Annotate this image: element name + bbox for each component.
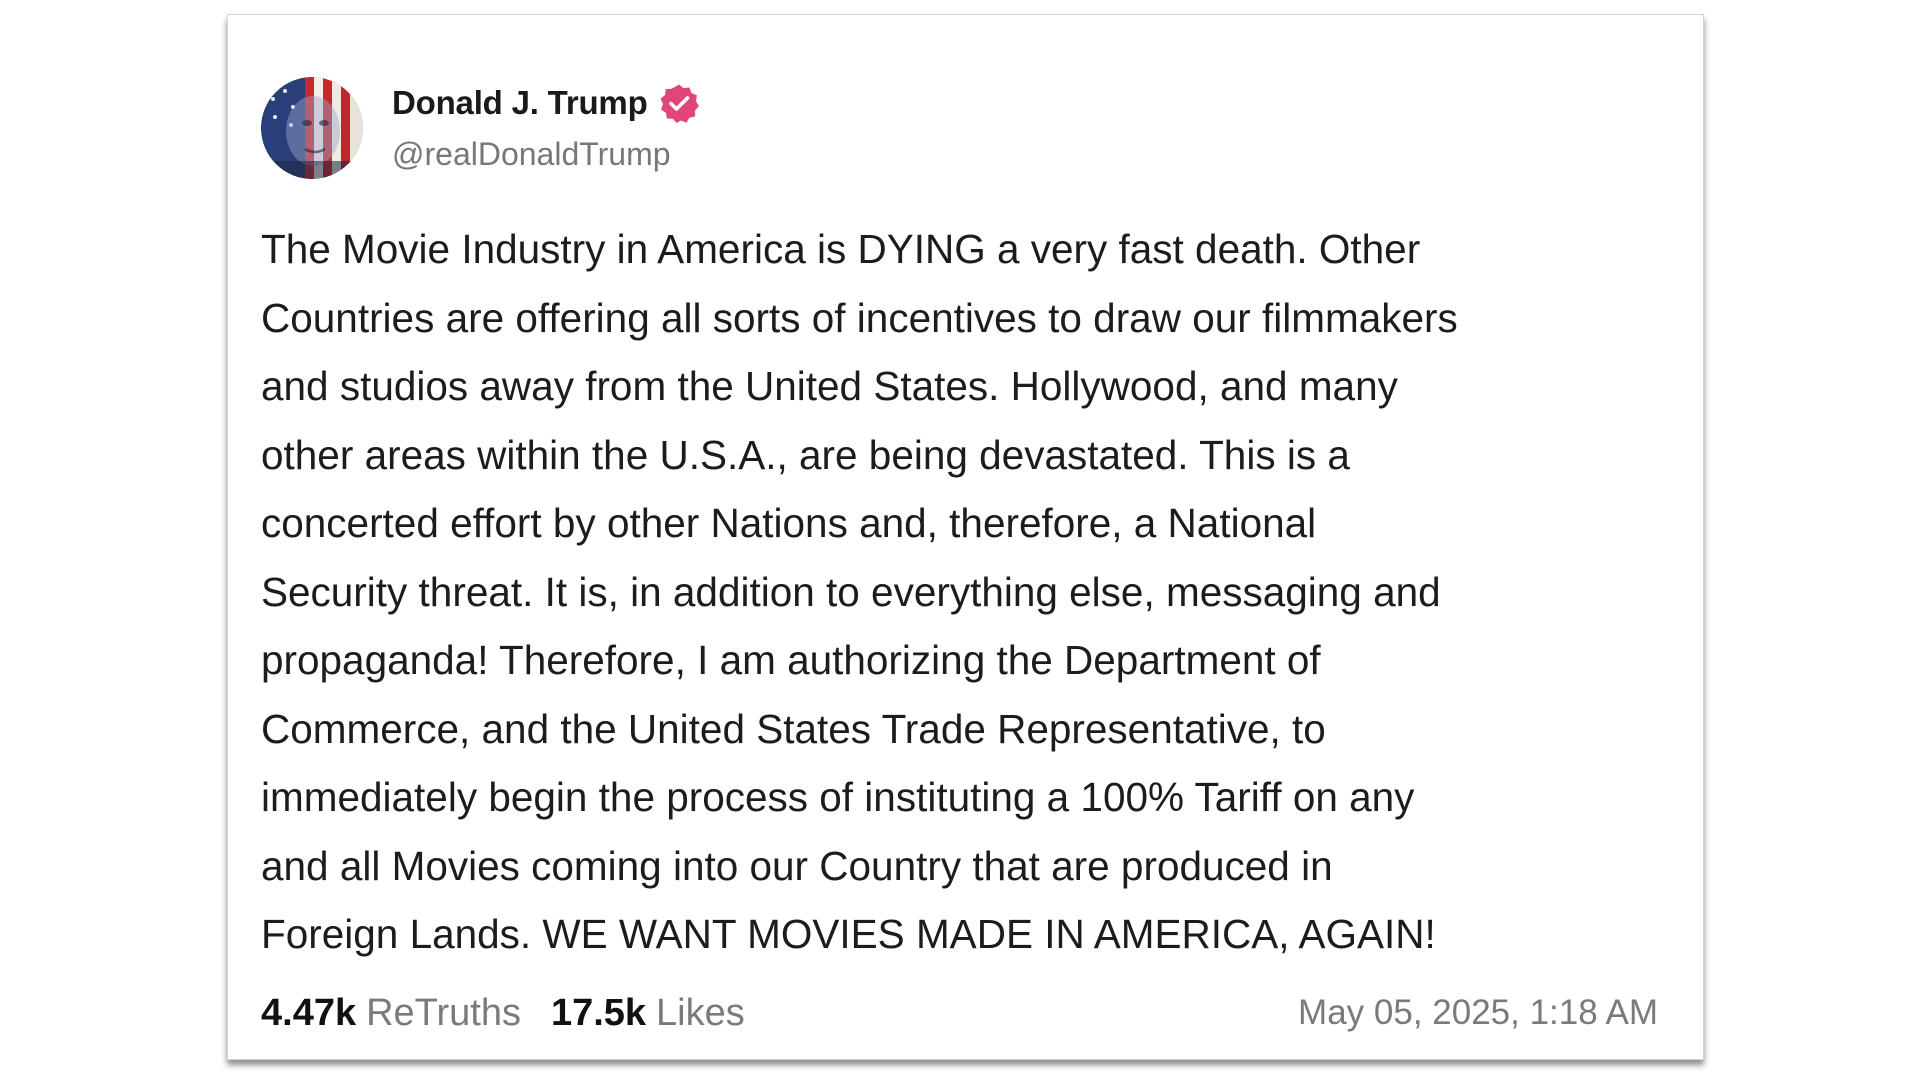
likes-stat[interactable]: 17.5k Likes (551, 992, 745, 1035)
post-stats: 4.47k ReTruths 17.5k Likes (261, 992, 775, 1035)
likes-label: Likes (656, 991, 745, 1034)
post-header: Donald J. Trump @realDonaldTrump (261, 76, 699, 180)
post-footer: 4.47k ReTruths 17.5k Likes May 05, 2025,… (261, 985, 1658, 1041)
retruths-label: ReTruths (366, 991, 521, 1034)
likes-count: 17.5k (550, 991, 647, 1034)
verified-badge-icon (660, 84, 699, 123)
avatar[interactable] (261, 77, 363, 179)
retruths-stat[interactable]: 4.47k ReTruths (261, 992, 521, 1035)
author-info: Donald J. Trump @realDonaldTrump (392, 77, 699, 179)
post-timestamp[interactable]: May 05, 2025, 1:18 AM (1298, 993, 1658, 1033)
post-card: Donald J. Trump @realDonaldTrump The Mov… (227, 14, 1704, 1060)
author-display-name[interactable]: Donald J. Trump (392, 84, 648, 122)
post-body-text: The Movie Industry in America is DYING a… (261, 226, 1458, 957)
retruths-count: 4.47k (261, 991, 357, 1034)
author-handle[interactable]: @realDonaldTrump (392, 129, 699, 179)
name-row: Donald J. Trump (392, 77, 699, 129)
flag-portrait-avatar-icon (261, 77, 363, 179)
